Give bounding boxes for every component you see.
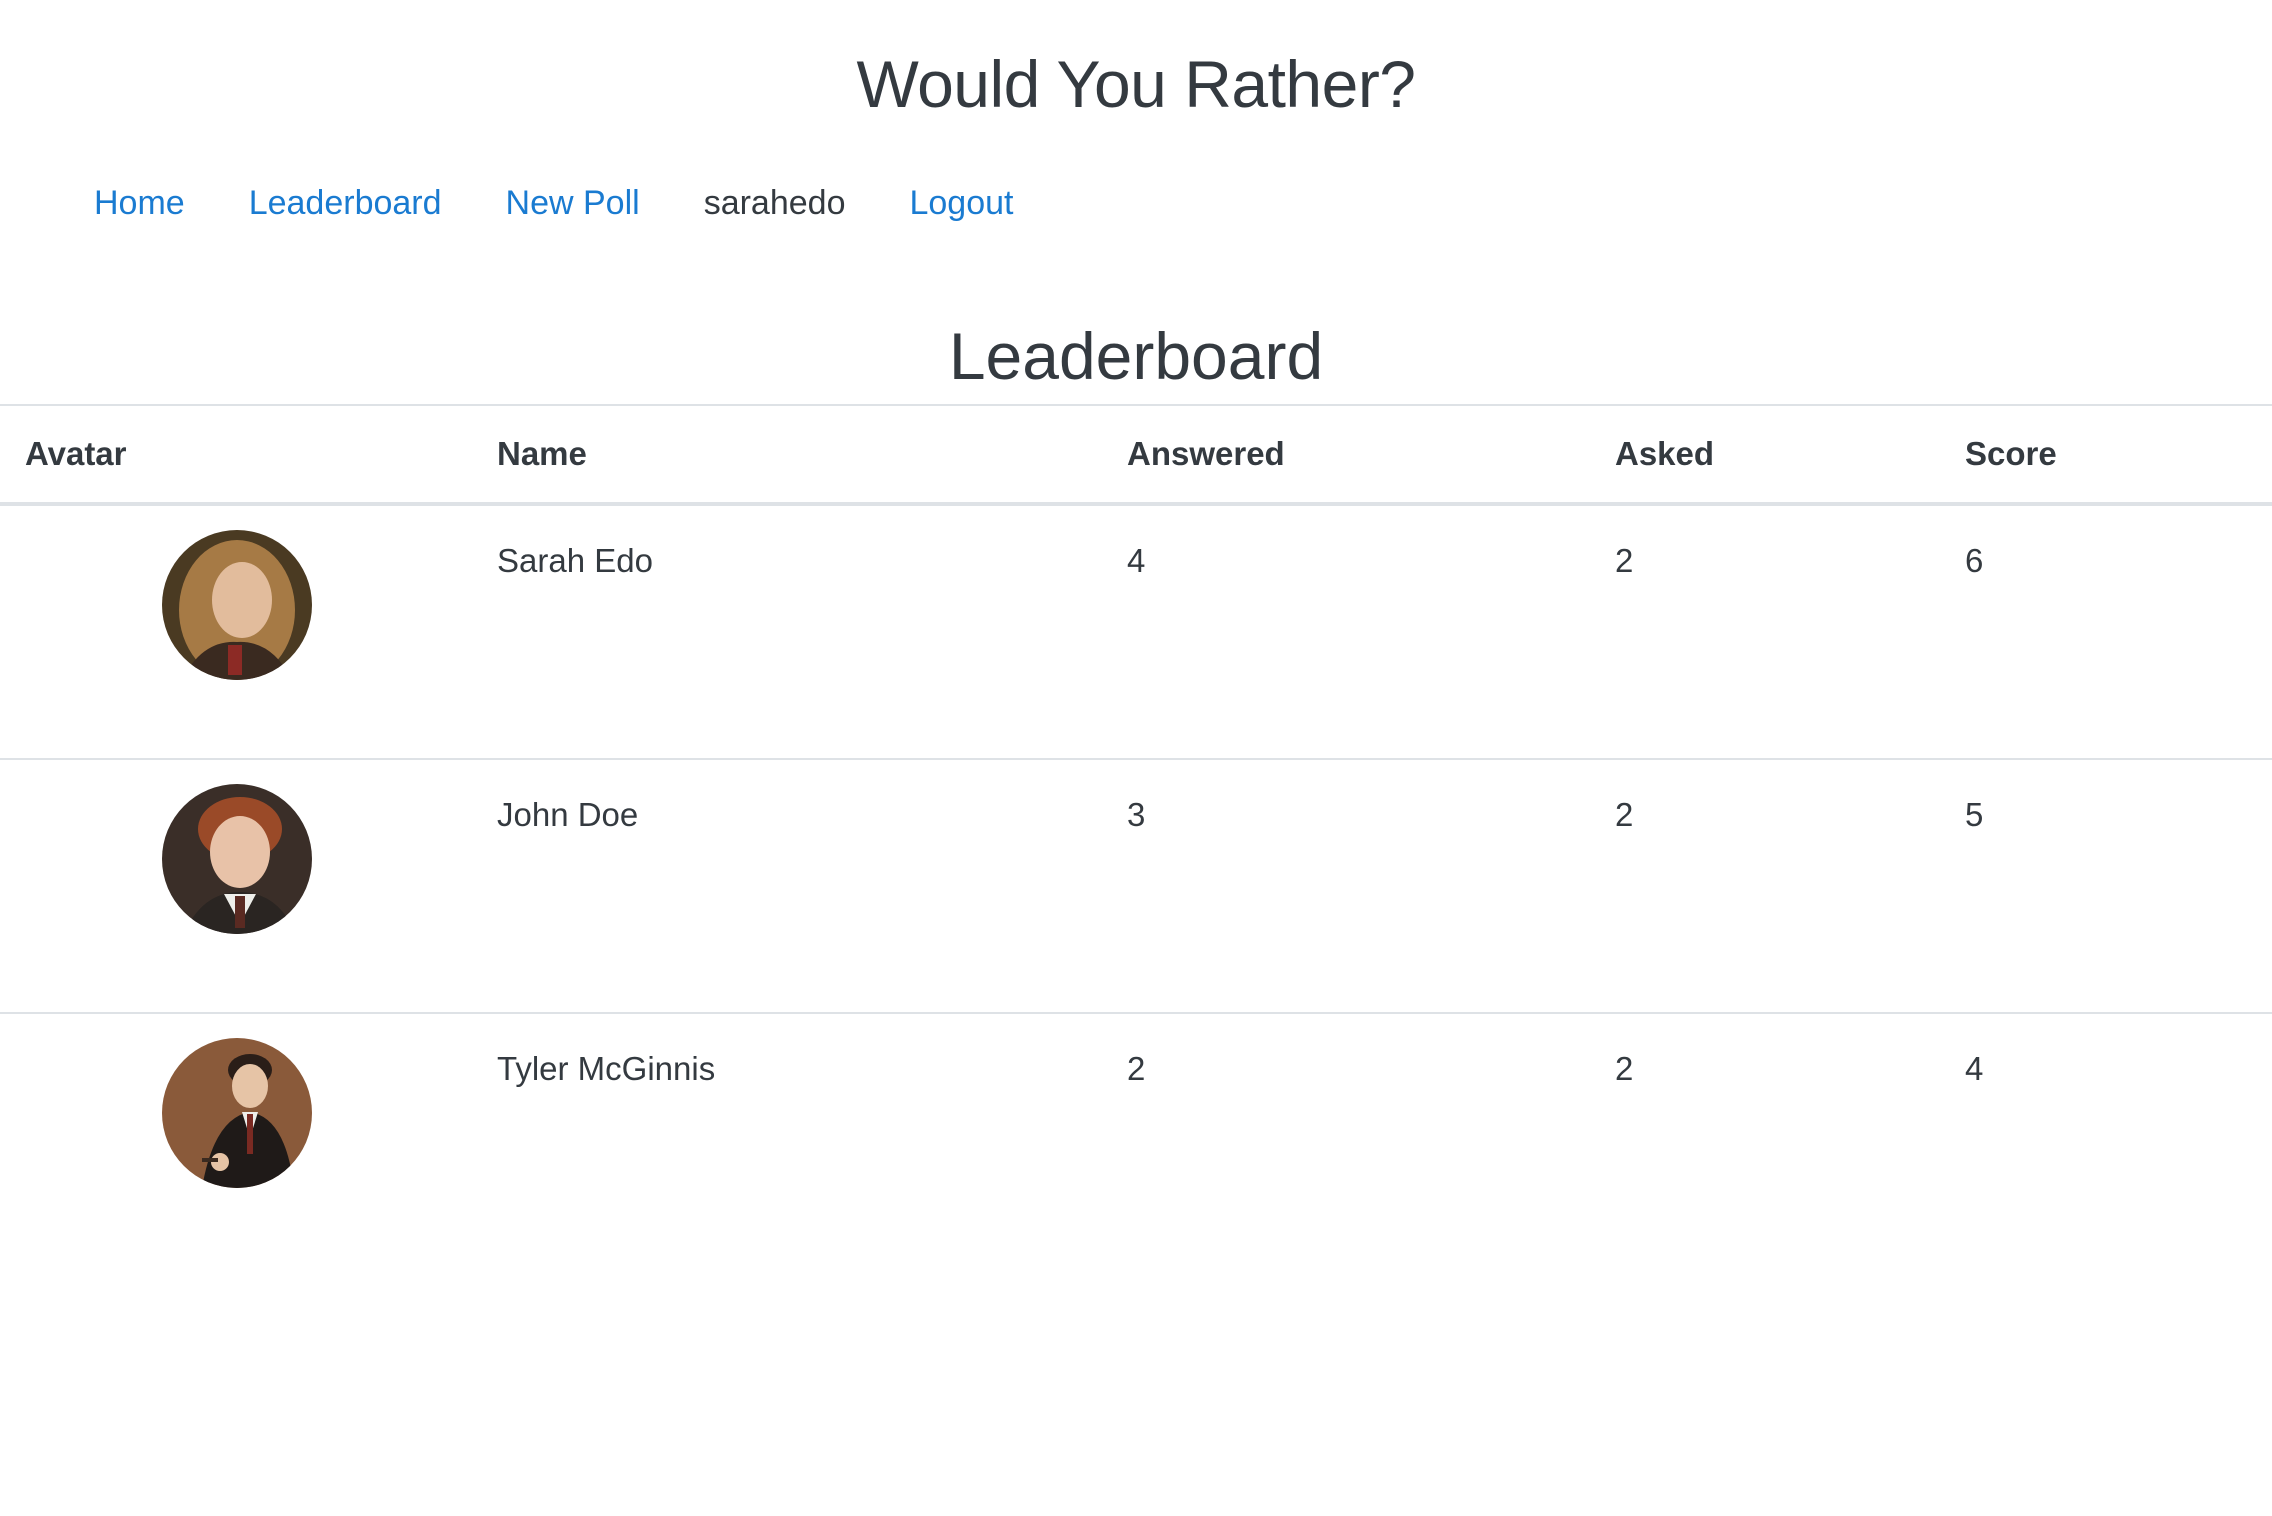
avatar-cell	[0, 504, 472, 759]
user-name-cell: John Doe	[472, 758, 1102, 1013]
table-row: John Doe 3 2 5	[0, 758, 2272, 1013]
asked-count-cell: 2	[1590, 758, 1940, 1013]
page-heading: Leaderboard	[948, 319, 1324, 393]
user-avatar	[162, 1038, 312, 1188]
user-avatar	[162, 530, 312, 680]
answered-count-cell: 3	[1102, 758, 1590, 1013]
nav-logout-link[interactable]: Logout	[909, 178, 1013, 228]
app-root: Would You Rather? Home Leaderboard New P…	[0, 0, 2272, 1516]
user-avatar-photo-icon	[162, 1038, 312, 1188]
asked-count-cell: 2	[1590, 1012, 1940, 1266]
main-nav: Home Leaderboard New Poll sarahedo Logou…	[94, 178, 1077, 228]
table-header-row: Avatar Name Answered Asked Score	[0, 404, 2272, 506]
answered-count-cell: 2	[1102, 1012, 1590, 1266]
user-avatar-photo-icon	[162, 530, 312, 680]
app-title: Would You Rather?	[856, 47, 1416, 121]
column-header-asked: Asked	[1590, 404, 1940, 506]
table-row: Tyler McGinnis 2 2 4	[0, 1012, 2272, 1266]
asked-count-cell: 2	[1615, 542, 1634, 579]
leaderboard-table: Avatar Name Answered Asked Score Sarah E…	[0, 404, 2272, 1266]
user-name-cell: Tyler McGinnis	[472, 1012, 1102, 1266]
score-cell: 5	[1940, 758, 2272, 1013]
user-avatar-photo-icon	[162, 784, 312, 934]
nav-new-poll-link[interactable]: New Poll	[506, 178, 640, 228]
score-cell: 4	[1940, 1012, 2272, 1266]
avatar-cell	[0, 758, 472, 1013]
column-header-name: Name	[472, 404, 1102, 506]
column-header-answered: Answered	[1102, 404, 1590, 506]
table-row: Sarah Edo 4 2 6	[0, 504, 2272, 759]
nav-home-link[interactable]: Home	[94, 178, 185, 228]
answered-count-cell: 4	[1127, 542, 1146, 579]
column-header-avatar: Avatar	[0, 404, 472, 506]
column-header-score: Score	[1940, 404, 2272, 506]
nav-leaderboard-link[interactable]: Leaderboard	[249, 178, 442, 228]
avatar-cell	[0, 1012, 472, 1266]
score-cell: 6	[1965, 542, 1984, 579]
user-avatar	[162, 784, 312, 934]
current-user-name: sarahedo	[703, 184, 846, 222]
user-name-cell: Sarah Edo	[497, 542, 653, 579]
